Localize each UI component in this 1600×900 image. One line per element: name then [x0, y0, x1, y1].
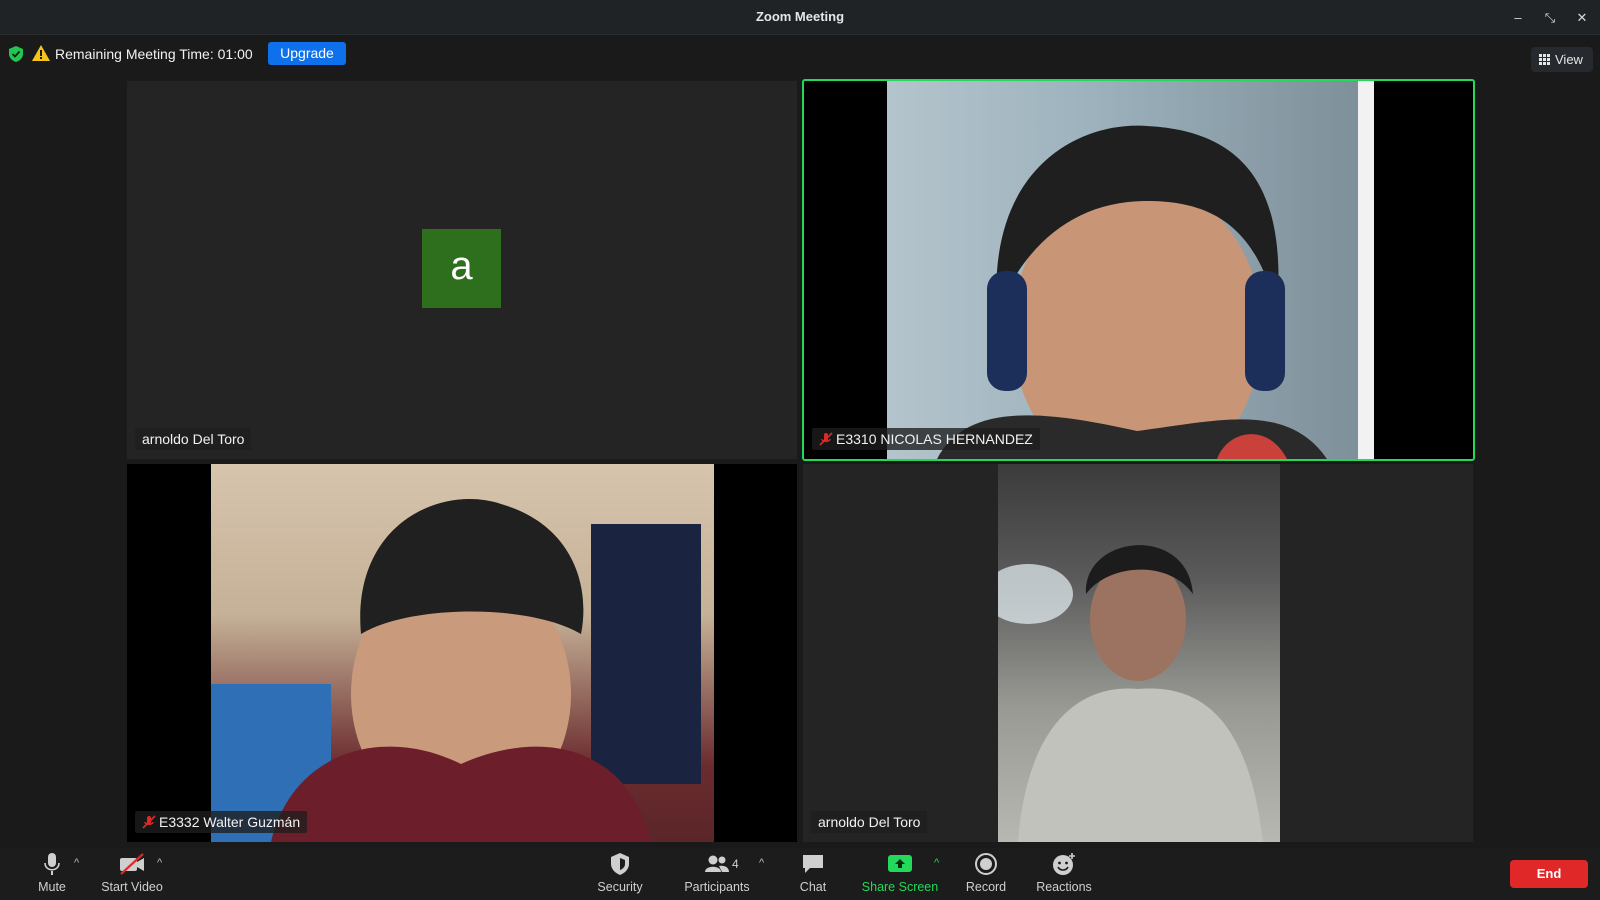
view-button[interactable]: View — [1531, 47, 1593, 72]
start-video-button[interactable]: Start Video — [98, 852, 166, 894]
reactions-label: Reactions — [1036, 880, 1092, 894]
security-button[interactable]: Security — [594, 852, 646, 894]
video-tile-3[interactable]: E3332 Walter Guzmán — [127, 464, 797, 842]
chevron-up-icon[interactable]: ^ — [74, 857, 79, 869]
view-label: View — [1555, 52, 1583, 67]
start-video-label: Start Video — [101, 880, 163, 894]
end-meeting-button[interactable]: End — [1510, 860, 1588, 888]
video-tile-1[interactable]: a arnoldo Del Toro — [127, 81, 797, 459]
participant-name-text: arnoldo Del Toro — [818, 814, 921, 830]
video-tile-2-active-speaker[interactable]: E3310 NICOLAS HERNANDEZ — [802, 79, 1475, 461]
mute-label: Mute — [38, 880, 66, 894]
chevron-up-icon[interactable]: ^ — [934, 857, 939, 869]
participant-name: E3310 NICOLAS HERNANDEZ — [812, 428, 1040, 450]
participant-silhouette — [211, 499, 701, 842]
participant-name: arnoldo Del Toro — [811, 811, 928, 833]
video-off-icon — [120, 853, 144, 875]
participants-button[interactable]: Participants — [682, 852, 752, 894]
reactions-button[interactable]: Reactions — [1034, 852, 1094, 894]
participants-icon — [705, 855, 729, 872]
chat-icon — [803, 855, 823, 873]
avatar: a — [422, 229, 501, 308]
participant-name: E3332 Walter Guzmán — [135, 811, 308, 833]
window-title: Zoom Meeting — [755, 9, 845, 24]
security-shield-icon — [611, 853, 629, 875]
record-button[interactable]: Record — [964, 852, 1008, 894]
record-icon — [975, 853, 997, 875]
security-label: Security — [597, 880, 643, 894]
record-label: Record — [965, 880, 1007, 894]
grid-icon — [1539, 54, 1550, 65]
chat-button[interactable]: Chat — [798, 852, 828, 894]
chevron-up-icon[interactable]: ^ — [157, 857, 162, 869]
minimize-button[interactable]: – — [1509, 9, 1527, 27]
close-button[interactable]: ✕ — [1573, 9, 1591, 27]
chevron-up-icon[interactable]: ^ — [759, 857, 764, 869]
upgrade-button[interactable]: Upgrade — [268, 42, 346, 65]
participant-name-text: E3310 NICOLAS HERNANDEZ — [836, 431, 1033, 447]
participant-video — [211, 464, 714, 842]
mic-icon — [44, 853, 60, 875]
title-bar: Zoom Meeting – ⤡ ✕ — [0, 0, 1600, 35]
participants-label: Participants — [684, 880, 750, 894]
muted-mic-icon — [819, 432, 833, 446]
participant-silhouette — [937, 125, 1327, 459]
muted-mic-icon — [142, 815, 156, 829]
participant-video — [887, 81, 1374, 459]
participant-name: arnoldo Del Toro — [135, 428, 252, 450]
remaining-time-text: Remaining Meeting Time: 01:00 — [55, 46, 253, 62]
share-screen-icon — [888, 855, 912, 872]
shield-icon[interactable] — [9, 46, 23, 62]
participant-video — [998, 464, 1280, 842]
share-screen-button[interactable]: Share Screen — [860, 852, 940, 894]
share-screen-label: Share Screen — [861, 880, 939, 894]
restore-button[interactable]: ⤡ — [1541, 9, 1559, 27]
warning-icon — [32, 45, 50, 61]
mute-button[interactable]: Mute — [30, 852, 74, 894]
participant-name-text: E3332 Walter Guzmán — [159, 814, 301, 830]
participants-count: 4 — [732, 857, 739, 871]
video-tile-4[interactable]: arnoldo Del Toro — [803, 464, 1473, 842]
reactions-icon — [1053, 853, 1075, 875]
chat-label: Chat — [799, 880, 827, 894]
participant-silhouette — [998, 545, 1263, 842]
participant-name-text: arnoldo Del Toro — [142, 431, 245, 447]
